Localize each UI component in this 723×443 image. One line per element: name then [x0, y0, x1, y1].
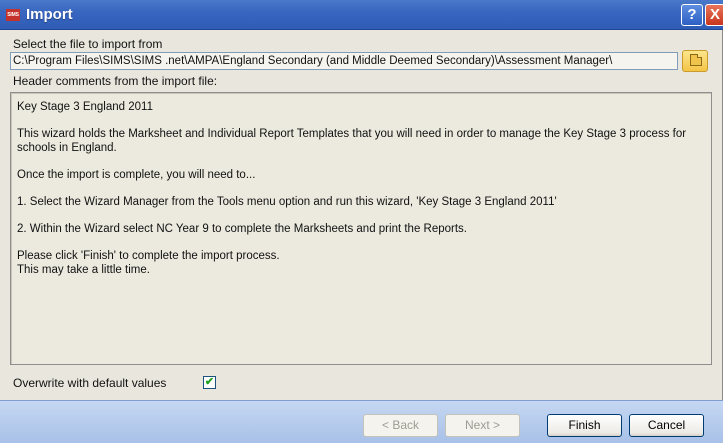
title-bar[interactable]: SIMS Import ? X [0, 0, 723, 30]
comment-line: 2. Within the Wizard select NC Year 9 to… [17, 223, 467, 235]
comment-line: Please click 'Finish' to complete the im… [17, 250, 280, 262]
sims-logo-icon: SIMS [6, 9, 20, 21]
comment-line: This wizard holds the Marksheet and Indi… [17, 128, 687, 154]
finish-button[interactable]: Finish [547, 414, 622, 437]
file-select-label: Select the file to import from [13, 37, 163, 51]
import-dialog: SIMS Import ? X Select the file to impor… [0, 0, 723, 443]
overwrite-checkbox[interactable]: ✔ [203, 376, 216, 389]
help-icon[interactable]: ? [681, 4, 703, 26]
comment-line: 1. Select the Wizard Manager from the To… [17, 196, 557, 208]
back-button[interactable]: < Back [363, 414, 438, 437]
folder-icon [690, 54, 702, 66]
comment-line: This may take a little time. [17, 264, 150, 276]
overwrite-label: Overwrite with default values [13, 376, 167, 390]
comment-line: Key Stage 3 England 2011 [17, 101, 153, 113]
comment-line: Once the import is complete, you will ne… [17, 169, 256, 181]
header-comments-box[interactable]: Key Stage 3 England 2011 This wizard hol… [10, 92, 712, 365]
browse-button[interactable] [682, 50, 708, 72]
next-button[interactable]: Next > [445, 414, 520, 437]
close-icon[interactable]: X [705, 4, 723, 26]
button-bar: < Back Next > Finish Cancel [0, 400, 723, 443]
file-path-field[interactable]: C:\Program Files\SIMS\SIMS .net\AMPA\Eng… [10, 52, 678, 70]
header-comments-label: Header comments from the import file: [13, 74, 218, 88]
window-title: Import [26, 6, 73, 23]
cancel-button[interactable]: Cancel [629, 414, 704, 437]
